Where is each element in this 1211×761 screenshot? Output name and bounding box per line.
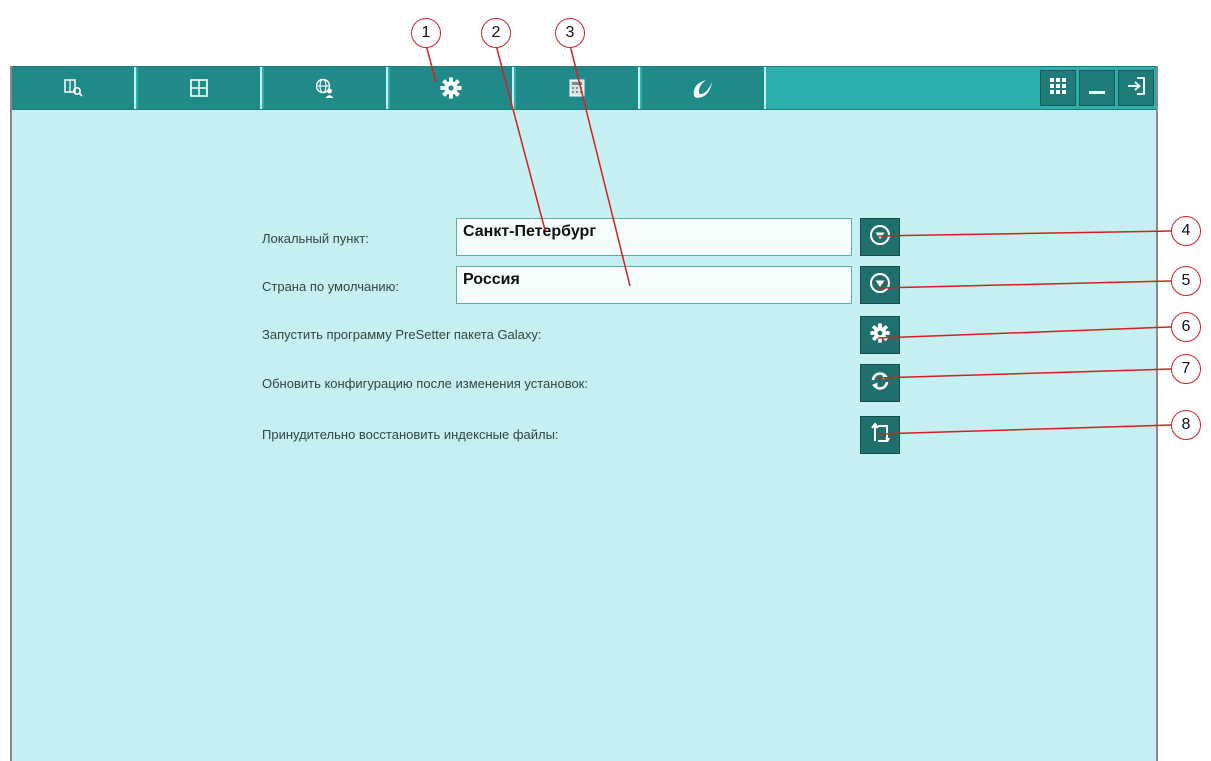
tab-galaxy[interactable] [642,67,766,109]
dropdown-circle-icon [869,224,891,251]
callout-6: 6 [1171,312,1201,342]
callout-4: 4 [1171,216,1201,246]
tab-calculator[interactable] [516,67,640,109]
callout-2: 2 [481,18,511,48]
exit-icon [1126,76,1146,101]
presetter-label: Запустить программу PreSetter пакета Gal… [262,327,542,342]
local-point-select-button[interactable] [860,218,900,256]
default-country-input[interactable] [456,266,852,304]
refresh-icon [869,370,891,397]
minimize-icon [1087,76,1107,101]
tab-settings[interactable] [390,67,514,109]
tab-book-search[interactable] [12,67,136,109]
calculator-icon [567,78,587,98]
rebuild-index-button[interactable] [860,416,900,454]
default-country-label: Страна по умолчанию: [262,279,400,294]
apps-grid-button[interactable] [1040,70,1076,106]
refresh-config-label: Обновить конфигурацию после изменения ус… [262,376,588,391]
callout-3: 3 [555,18,585,48]
local-point-label: Локальный пункт: [262,231,369,246]
gear-icon [439,76,463,100]
galaxy-logo-icon [688,76,718,100]
run-presetter-button[interactable] [860,316,900,354]
callout-5: 5 [1171,266,1201,296]
grid-table-icon [189,78,209,98]
settings-window: Локальный пункт: Страна по умолчанию: За… [10,66,1158,761]
gear-icon [869,322,891,349]
refresh-config-button[interactable] [860,364,900,402]
local-point-input[interactable] [456,218,852,256]
minimize-button[interactable] [1079,70,1115,106]
toolbar [12,66,1156,110]
book-search-icon [62,77,84,99]
globe-user-icon [314,77,336,99]
callout-8: 8 [1171,410,1201,440]
callout-7: 7 [1171,354,1201,384]
default-country-select-button[interactable] [860,266,900,304]
reindex-label: Принудительно восстановить индексные фай… [262,427,559,442]
callout-1: 1 [411,18,441,48]
tab-grid-table[interactable] [138,67,262,109]
apps-grid-icon [1049,77,1067,100]
tab-globe-user[interactable] [264,67,388,109]
exit-button[interactable] [1118,70,1154,106]
dropdown-circle-icon [869,272,891,299]
rebuild-index-icon [868,421,892,450]
